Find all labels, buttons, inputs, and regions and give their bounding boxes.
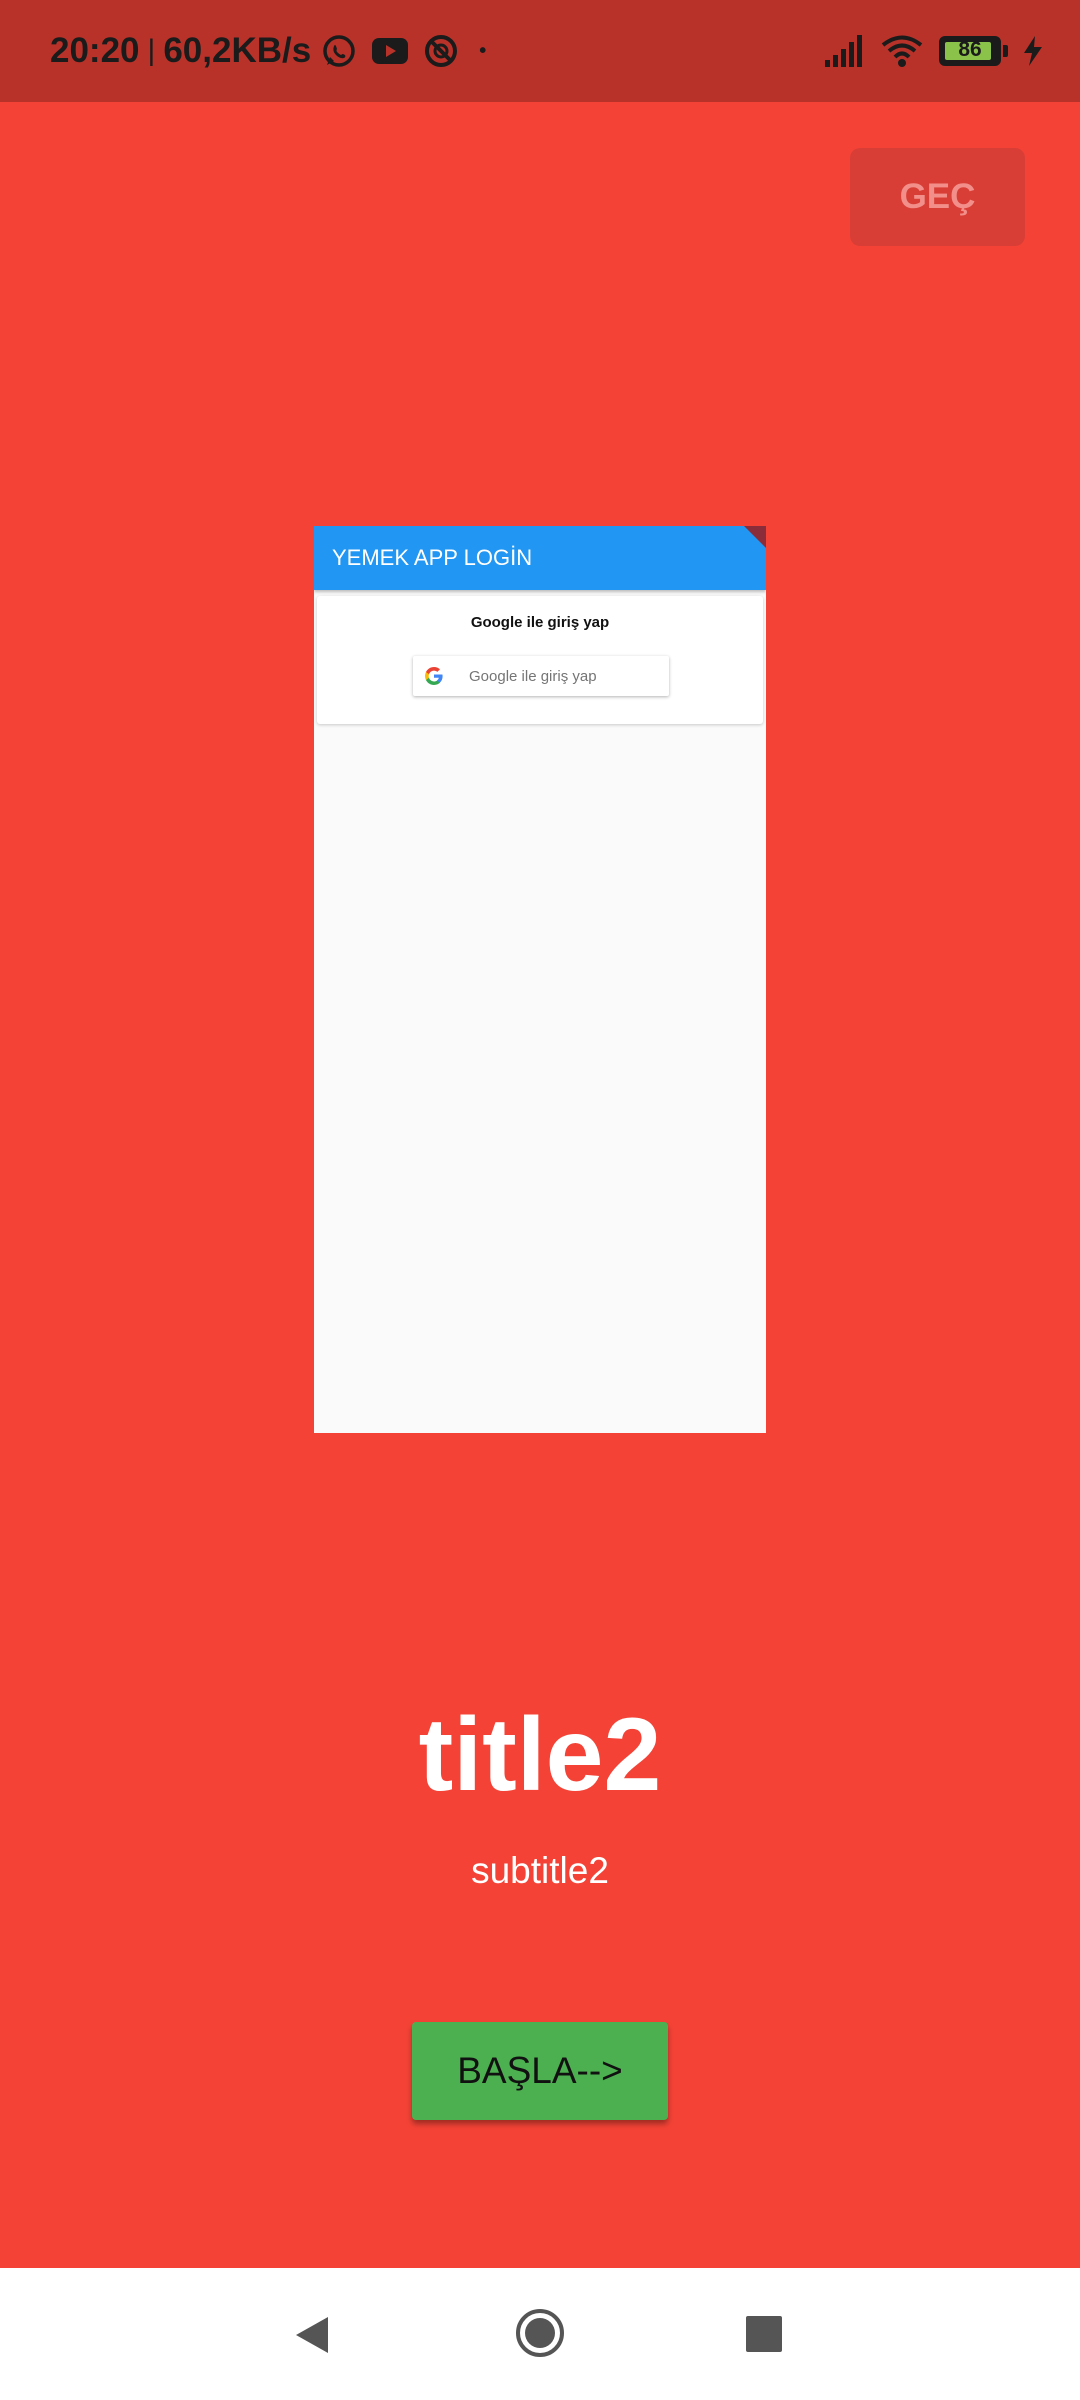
page-title: title2 [418,1697,662,1813]
battery-level: 86 [958,38,982,61]
status-left: 20:20 | 60,2KB/s • [50,0,486,102]
wifi-icon [881,35,923,67]
battery-icon: 86 [939,36,1001,66]
preview-login-card: Google ile giriş yap Google ile giriş ya… [317,596,763,724]
start-button[interactable]: BAŞLA--> [412,2022,668,2120]
status-time: 20:20 [50,31,140,70]
network-speed: 60,2KB/s [163,31,312,70]
status-bar: 20:20 | 60,2KB/s • 86 [0,0,1080,102]
skip-button-label: GEÇ [899,177,976,216]
notification-dot: • [479,39,487,62]
status-separator: | [147,34,156,67]
page-subtitle: subtitle2 [471,1850,609,1891]
youtube-icon [372,38,409,64]
preview-google-button-label: Google ile giriş yap [469,667,597,685]
preview-appbar-title: YEMEK APP LOGİN [332,545,533,570]
preview-appbar: YEMEK APP LOGİN [314,526,766,590]
google-icon [425,667,443,685]
skip-button[interactable]: GEÇ [850,148,1025,246]
navigation-bar [0,2268,1080,2400]
start-button-label: BAŞLA--> [457,2050,623,2091]
preview-google-signin-button: Google ile giriş yap [413,656,669,696]
preview-card-title: Google ile giriş yap [470,614,610,631]
battery-cap [1003,45,1008,57]
charging-icon [1024,36,1042,66]
onboarding-preview-image: YEMEK APP LOGİN Google ile giriş yap Goo… [314,526,766,1433]
recents-icon[interactable] [746,2316,782,2352]
blocked-app-icon [425,35,458,67]
home-icon[interactable] [515,2308,565,2358]
whatsapp-icon [323,35,355,67]
back-icon[interactable] [290,2313,334,2357]
debug-banner [744,526,766,548]
notification-icons: • [321,33,486,69]
status-right: 86 [811,0,1044,102]
signal-icon [825,35,862,67]
